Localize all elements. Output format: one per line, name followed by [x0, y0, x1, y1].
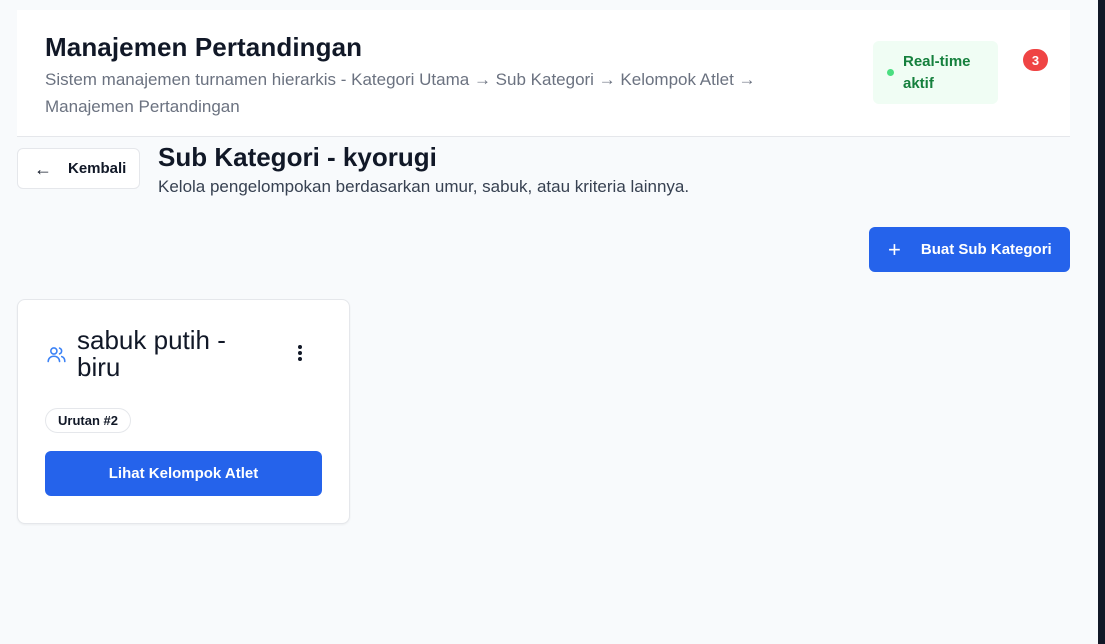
view-athlete-groups-button[interactable]: Lihat Kelompok Atlet: [45, 451, 322, 496]
section-title: Sub Kategori - kyorugi: [158, 142, 437, 172]
create-sub-category-button[interactable]: + Buat Sub Kategori: [869, 227, 1070, 272]
page-title: Manajemen Pertandingan: [45, 32, 363, 62]
realtime-status-badge: Real-time aktif: [873, 41, 998, 104]
create-button-label: Buat Sub Kategori: [920, 241, 1052, 258]
realtime-status-label: Real-time aktif: [903, 52, 971, 92]
more-vertical-icon[interactable]: [291, 342, 309, 364]
order-badge: Urutan #2: [45, 408, 131, 433]
back-button-label: Kembali: [68, 160, 127, 177]
users-icon: [47, 347, 66, 363]
app-header: Manajemen Pertandingan Sistem manajemen …: [17, 10, 1070, 137]
plus-icon: +: [888, 236, 901, 262]
card-title: sabuk putih - biru: [77, 325, 226, 382]
page-subtitle: Sistem manajemen turnamen hierarkis - Ka…: [45, 70, 756, 116]
arrow-left-icon: ←: [34, 158, 52, 179]
sub-category-card: sabuk putih - biru Urutan #2 Lihat Kelom…: [17, 299, 350, 524]
status-dot-icon: [887, 69, 894, 76]
notification-badge[interactable]: 3: [1023, 49, 1048, 71]
back-button[interactable]: ← Kembali: [17, 148, 140, 189]
page: Manajemen Pertandingan Sistem manajemen …: [0, 0, 1105, 644]
section-subtitle: Kelola pengelompokan berdasarkan umur, s…: [158, 177, 690, 196]
window-edge: [1098, 0, 1105, 644]
